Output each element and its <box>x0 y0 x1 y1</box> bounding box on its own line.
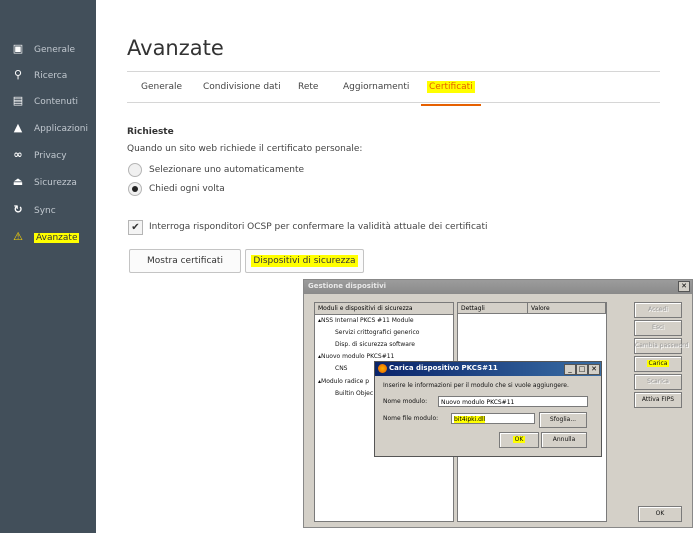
ocsp-checkbox-label[interactable]: Interroga risponditori OCSP per conferma… <box>149 222 487 232</box>
sidebar-item-label: Generale <box>34 45 76 55</box>
change-password-button[interactable]: Cambia password <box>634 338 688 354</box>
request-description: Quando un sito web richiede il certifica… <box>127 144 363 154</box>
radio-ask-every-time[interactable] <box>128 182 142 196</box>
value-column-header: Valore <box>528 303 606 314</box>
load-ok-button[interactable]: OK <box>499 432 539 448</box>
module-file-input[interactable]: bit4ipki.dll <box>451 413 535 424</box>
radio-ask-every-time-label[interactable]: Chiedi ogni volta <box>149 184 225 194</box>
tab-certificati[interactable]: Certificati <box>421 81 481 106</box>
sidebar-item-label: Sync <box>34 206 56 216</box>
tab-bar: Generale Condivisione dati Rete Aggiorna… <box>127 71 660 106</box>
logout-button[interactable]: Esci <box>634 320 682 336</box>
sidebar-item-sync[interactable]: ↻ Sync <box>0 200 96 222</box>
module-name-label: Nome modulo: <box>383 398 428 405</box>
tree-item[interactable]: Servizi crittografici generico <box>335 329 419 336</box>
login-button[interactable]: Accedi <box>634 302 682 318</box>
sidebar-item-label: Ricerca <box>34 71 68 81</box>
cancel-button[interactable]: Annulla <box>541 432 587 448</box>
wizard-icon: ⚠ <box>13 230 23 243</box>
rocket-icon: ▲ <box>13 121 23 134</box>
tree-item[interactable]: ▴Nuovo modulo PKCS#11 <box>318 353 394 360</box>
tree-item[interactable]: Builtin Objec <box>335 390 373 397</box>
sidebar-item-label: Sicurezza <box>34 178 77 188</box>
device-manager-titlebar: Gestione dispositivi <box>304 280 692 294</box>
mask-icon: ∞ <box>13 148 23 161</box>
ocsp-checkbox[interactable]: ✔ <box>128 220 143 235</box>
sidebar-item-contenuti[interactable]: ▤ Contenuti <box>0 91 96 113</box>
sidebar-item-ricerca[interactable]: ⚲ Ricerca <box>0 65 96 87</box>
sidebar-item-sicurezza[interactable]: ⏏ Sicurezza <box>0 172 96 194</box>
sync-icon: ↻ <box>13 203 23 216</box>
modules-column-header: Moduli e dispositivi di sicurezza <box>315 303 453 315</box>
lock-icon: ⏏ <box>12 175 24 188</box>
sidebar-item-label: Applicazioni <box>34 124 88 134</box>
sidebar-item-applicazioni[interactable]: ▲ Applicazioni <box>0 118 96 140</box>
section-title: Richieste <box>127 127 174 137</box>
search-icon: ⚲ <box>13 68 23 81</box>
sidebar-item-avanzate[interactable]: ⚠ Avanzate <box>0 227 96 249</box>
radio-auto-select[interactable] <box>128 163 142 177</box>
modules-column-label: Moduli e dispositivi di sicurezza <box>318 305 413 312</box>
firefox-icon <box>378 364 387 373</box>
load-ok-label: OK <box>512 436 526 443</box>
security-devices-button[interactable]: Dispositivi di sicurezza <box>245 249 364 273</box>
tab-generale[interactable]: Generale <box>141 82 182 92</box>
close-icon[interactable]: ✕ <box>588 364 600 375</box>
tab-aggiornamenti[interactable]: Aggiornamenti <box>343 82 409 92</box>
module-file-label: Nome file modulo: <box>383 415 439 422</box>
page-icon: ▣ <box>12 42 24 55</box>
tab-certificati-label: Certificati <box>427 81 475 93</box>
document-icon: ▤ <box>12 94 24 107</box>
show-certificates-button[interactable]: Mostra certificati <box>129 249 241 273</box>
tab-condivisione-dati[interactable]: Condivisione dati <box>203 82 281 92</box>
details-column-header: Dettagli <box>458 303 528 314</box>
tab-rete[interactable]: Rete <box>298 82 318 92</box>
sidebar-item-privacy[interactable]: ∞ Privacy <box>0 145 96 167</box>
load-device-dialog: Carica dispositivo PKCS#11 _ □ ✕ Inserir… <box>374 361 602 457</box>
sidebar-item-label: Contenuti <box>34 97 78 107</box>
module-file-value: bit4ipki.dll <box>454 416 486 423</box>
device-manager-ok-button[interactable]: OK <box>638 506 682 522</box>
tree-item[interactable]: CNS <box>335 365 348 372</box>
tree-item[interactable]: ▴NSS Internal PKCS #11 Module <box>318 317 414 324</box>
device-manager-title: Gestione dispositivi <box>308 282 387 290</box>
maximize-icon[interactable]: □ <box>576 364 588 375</box>
enable-fips-button[interactable]: Attiva FIPS <box>634 392 682 408</box>
sidebar-item-generale[interactable]: ▣ Generale <box>0 39 96 61</box>
security-devices-label: Dispositivi di sicurezza <box>251 255 358 267</box>
page-title: Avanzate <box>127 36 224 60</box>
minimize-icon[interactable]: _ <box>564 364 576 375</box>
module-name-input[interactable]: Nuovo modulo PKCS#11 <box>438 396 588 407</box>
tree-item[interactable]: Disp. di sicurezza software <box>335 341 415 348</box>
unload-button[interactable]: Scarica <box>634 374 682 390</box>
load-button-label: Carica <box>646 360 670 367</box>
sidebar-item-label: Privacy <box>34 151 67 161</box>
browse-button[interactable]: Sfoglia... <box>539 412 587 428</box>
close-icon[interactable]: ✕ <box>678 281 690 292</box>
sidebar: ▣ Generale ⚲ Ricerca ▤ Contenuti ▲ Appli… <box>0 0 96 533</box>
tree-item[interactable]: ▴Modulo radice p <box>318 378 369 385</box>
load-button[interactable]: Carica <box>634 356 682 372</box>
load-device-title: Carica dispositivo PKCS#11 <box>389 364 498 372</box>
radio-auto-select-label[interactable]: Selezionare uno automaticamente <box>149 165 304 175</box>
load-instructions: Inserire le informazioni per il modulo c… <box>383 382 569 389</box>
sidebar-item-label: Avanzate <box>34 233 80 243</box>
